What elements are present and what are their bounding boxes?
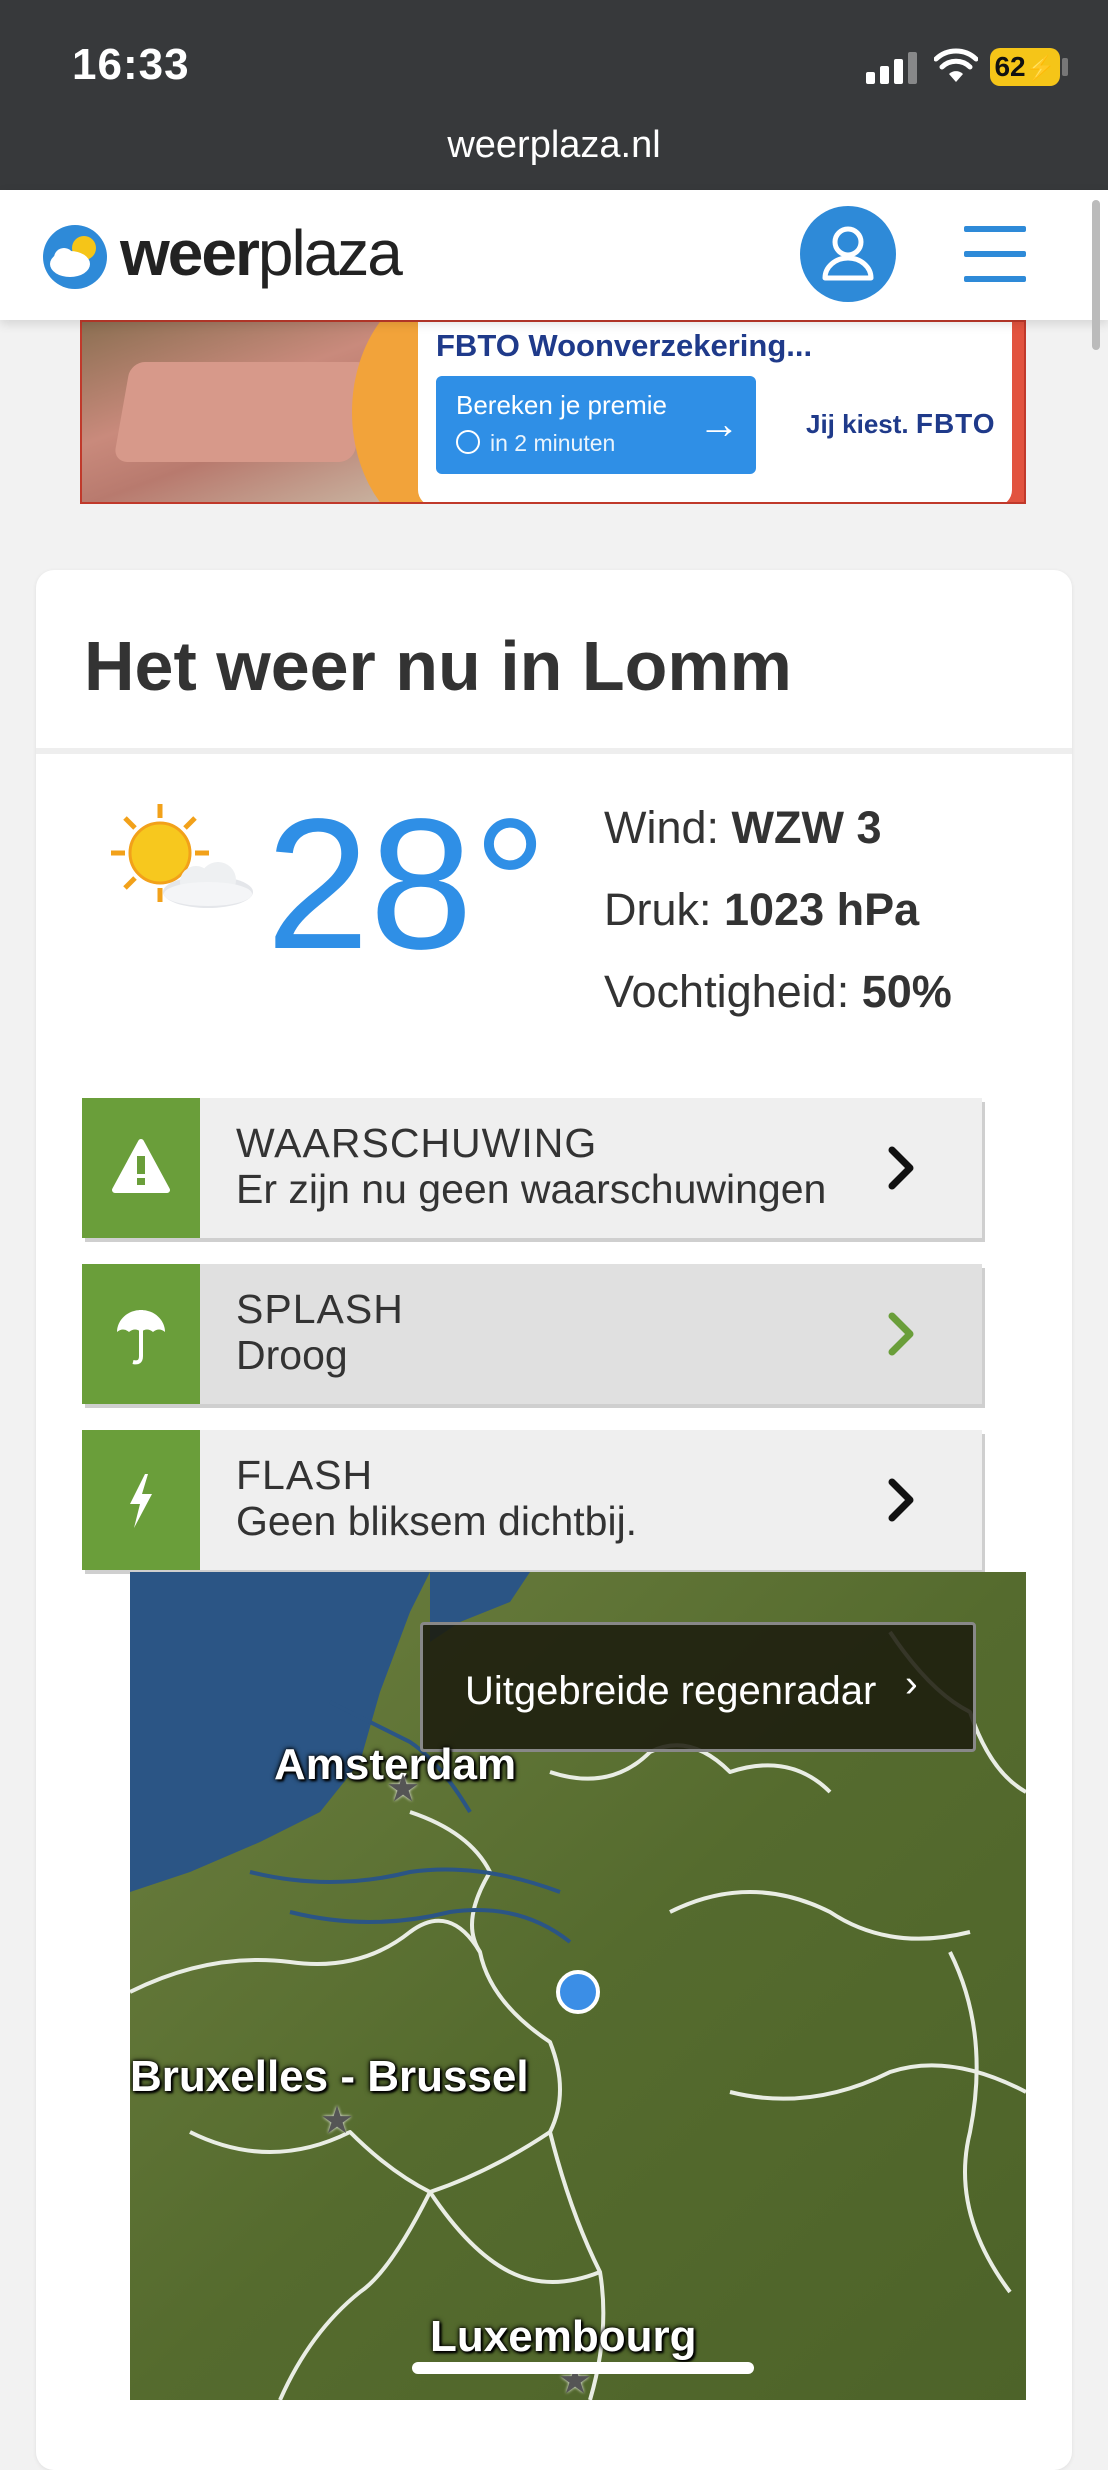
ad-brand: Jij kiest. FBTO xyxy=(806,408,996,440)
humidity-stat: Vochtigheid: 50% xyxy=(604,966,952,1018)
umbrella-icon xyxy=(82,1264,200,1404)
humidity-value: 50% xyxy=(861,966,952,1017)
wind-value: WZW 3 xyxy=(731,802,882,853)
ad-brand-logo: FBTO xyxy=(915,408,996,439)
chevron-right-icon: › xyxy=(905,1663,918,1705)
map-label-brussel: Bruxelles - Brussel xyxy=(130,2052,529,2101)
flash-row[interactable]: FLASH Geen bliksem dichtbij. xyxy=(82,1430,982,1570)
ad-panel: FBTO Woonverzekering... Bereken je premi… xyxy=(418,322,1012,502)
browser-status-bar: 16:33 62⚡ weerplaza.nl xyxy=(0,0,1108,190)
flash-value: Geen bliksem dichtbij. xyxy=(236,1498,638,1544)
ad-cta-sub: in 2 minuten xyxy=(490,430,616,456)
pressure-label: Druk: xyxy=(604,884,712,935)
temperature: 28° xyxy=(266,781,548,988)
pressure-stat: Druk: 1023 hPa xyxy=(604,884,919,936)
page-title: Het weer nu in Lomm xyxy=(84,627,792,705)
url-bar[interactable]: weerplaza.nl xyxy=(0,124,1108,167)
account-button[interactable] xyxy=(800,206,896,302)
wifi-icon xyxy=(934,48,978,82)
ad-brand-text: Jij kiest. xyxy=(806,409,909,439)
logo-text-light: plaza xyxy=(257,217,403,289)
flash-label: FLASH xyxy=(236,1452,374,1498)
ad-cta-button[interactable]: Bereken je premie in 2 minuten → xyxy=(436,376,756,474)
wind-label: Wind: xyxy=(604,802,720,853)
ad-cta-label: Bereken je premie xyxy=(456,390,667,420)
home-indicator[interactable] xyxy=(412,2362,754,2374)
site-header: weerplaza xyxy=(0,190,1108,320)
clock-icon xyxy=(456,430,480,454)
pressure-value: 1023 hPa xyxy=(724,884,920,935)
user-icon xyxy=(822,226,874,281)
cellular-signal-icon xyxy=(866,52,918,84)
warning-value: Er zijn nu geen waarschuwingen xyxy=(236,1166,827,1212)
capital-star-icon: ★ xyxy=(320,2100,355,2142)
humidity-label: Vochtigheid: xyxy=(604,966,850,1017)
ad-sofa-image xyxy=(113,362,371,462)
rain-radar-map[interactable]: Uitgebreide regenradar › Amsterdam ★ Bru… xyxy=(130,1572,1026,2400)
page-scrollbar[interactable] xyxy=(1092,200,1100,350)
splash-row[interactable]: SPLASH Droog xyxy=(82,1264,982,1404)
logo-text-bold: weer xyxy=(120,217,260,289)
sun-cloud-icon xyxy=(111,804,253,908)
arrow-right-icon: → xyxy=(698,400,740,447)
chevron-right-icon xyxy=(888,1146,914,1190)
wind-stat: Wind: WZW 3 xyxy=(604,802,882,854)
chevron-right-icon xyxy=(888,1312,914,1356)
hamburger-menu-icon[interactable] xyxy=(964,226,1026,282)
lightning-icon xyxy=(82,1430,200,1570)
warning-icon xyxy=(82,1098,200,1238)
logo-icon[interactable] xyxy=(40,222,110,292)
ad-banner[interactable]: FBTO Woonverzekering... Bereken je premi… xyxy=(80,320,1026,504)
logo-text[interactable]: weerplaza xyxy=(120,216,403,290)
ad-title: FBTO Woonverzekering... xyxy=(436,328,813,363)
battery-level: 62 xyxy=(994,51,1026,82)
map-label-luxembourg: Luxembourg xyxy=(430,2312,697,2361)
status-time: 16:33 xyxy=(72,40,190,89)
radar-button-label: Uitgebreide regenradar xyxy=(465,1669,877,1713)
warning-label: WAARSCHUWING xyxy=(236,1120,598,1166)
splash-label: SPLASH xyxy=(236,1286,404,1332)
divider xyxy=(36,748,1072,754)
chevron-right-icon xyxy=(888,1478,914,1522)
capital-star-icon: ★ xyxy=(386,1768,421,1810)
warning-row[interactable]: WAARSCHUWING Er zijn nu geen waarschuwin… xyxy=(82,1098,982,1238)
battery-icon: 62⚡ xyxy=(990,48,1060,86)
radar-button[interactable]: Uitgebreide regenradar › xyxy=(420,1622,976,1752)
current-location-marker xyxy=(556,1970,600,2014)
battery-tip xyxy=(1062,58,1068,76)
splash-value: Droog xyxy=(236,1332,348,1378)
